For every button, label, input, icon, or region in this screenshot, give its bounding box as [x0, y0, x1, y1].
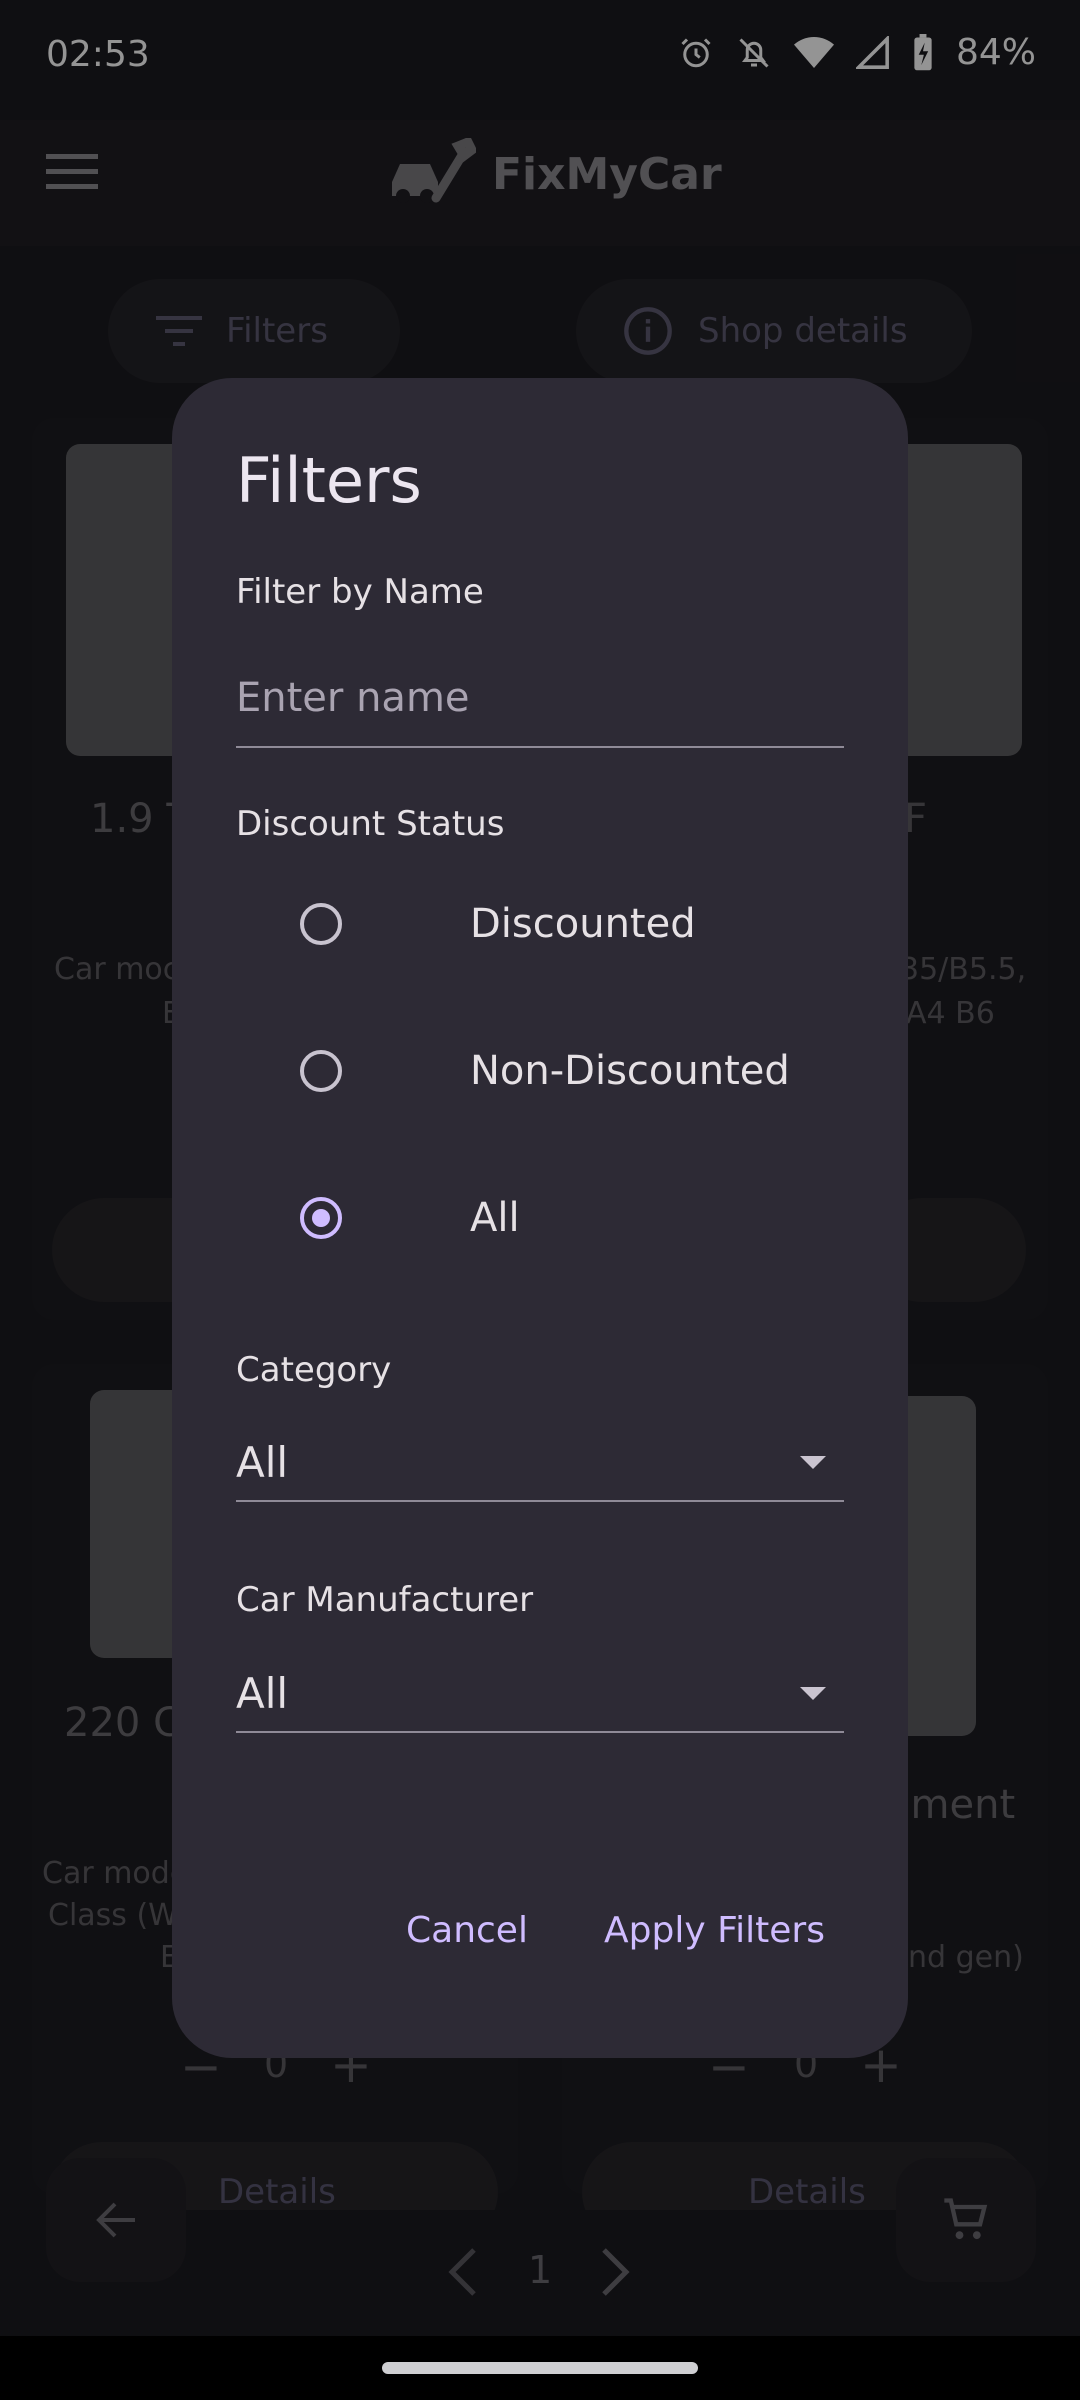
radio-label: Non-Discounted	[470, 1048, 790, 1094]
radio-non-discounted[interactable]: Non-Discounted	[300, 1021, 840, 1121]
cancel-button[interactable]: Cancel	[406, 1910, 528, 1951]
dropdown-arrow-icon	[800, 1455, 826, 1469]
apply-filters-button[interactable]: Apply Filters	[604, 1910, 825, 1951]
radio-all[interactable]: All	[300, 1168, 840, 1268]
radio-button-selected[interactable]	[300, 1197, 342, 1239]
dialog-title: Filters	[236, 444, 422, 517]
car-manufacturer-select[interactable]: All	[236, 1655, 844, 1733]
radio-button[interactable]	[300, 903, 342, 945]
car-manufacturer-value: All	[236, 1668, 289, 1718]
discount-status-label: Discount Status	[236, 804, 505, 844]
car-manufacturer-label: Car Manufacturer	[236, 1580, 534, 1620]
name-filter-label: Filter by Name	[236, 572, 484, 612]
category-label: Category	[236, 1350, 392, 1390]
radio-discounted[interactable]: Discounted	[300, 874, 840, 974]
name-input[interactable]	[236, 650, 844, 748]
radio-label: All	[470, 1195, 520, 1241]
category-value: All	[236, 1437, 289, 1487]
home-gesture-handle[interactable]	[382, 2362, 698, 2374]
dropdown-arrow-icon	[800, 1686, 826, 1700]
radio-button[interactable]	[300, 1050, 342, 1092]
category-select[interactable]: All	[236, 1424, 844, 1502]
radio-label: Discounted	[470, 901, 696, 947]
